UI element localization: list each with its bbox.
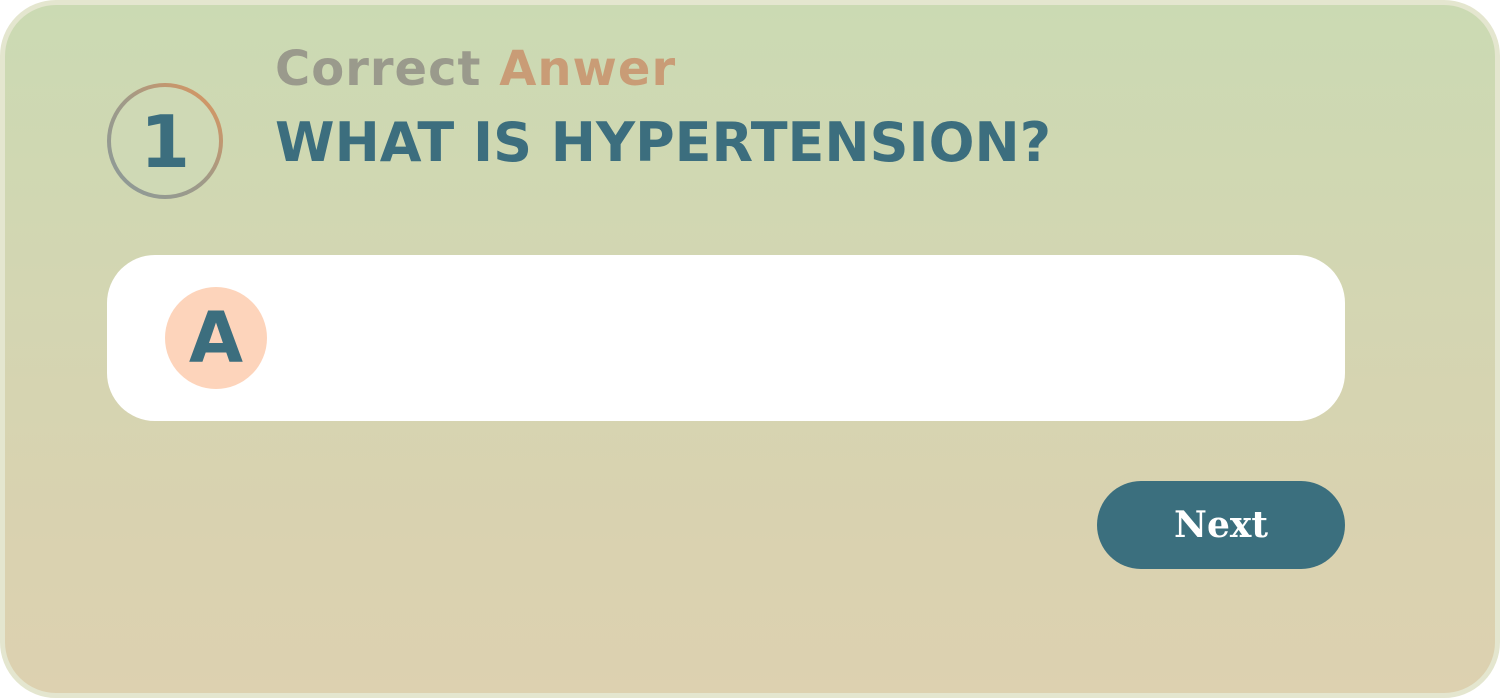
question-number-badge: 1 [107,83,223,199]
subtitle-word-answer: Anwer [499,41,677,97]
subtitle: Correct Anwer [275,41,676,97]
subtitle-word-correct: Correct [275,41,482,97]
next-button-label: Next [1174,504,1268,546]
answer-option-a[interactable]: A [107,255,1345,421]
question-number: 1 [139,100,191,184]
question-title: WHAT IS HYPERTENSION? [275,111,1052,174]
answer-letter-badge: A [165,287,267,389]
answer-letter: A [188,297,244,379]
quiz-card: 1 Correct Anwer WHAT IS HYPERTENSION? A … [0,0,1500,698]
next-button[interactable]: Next [1097,481,1345,569]
